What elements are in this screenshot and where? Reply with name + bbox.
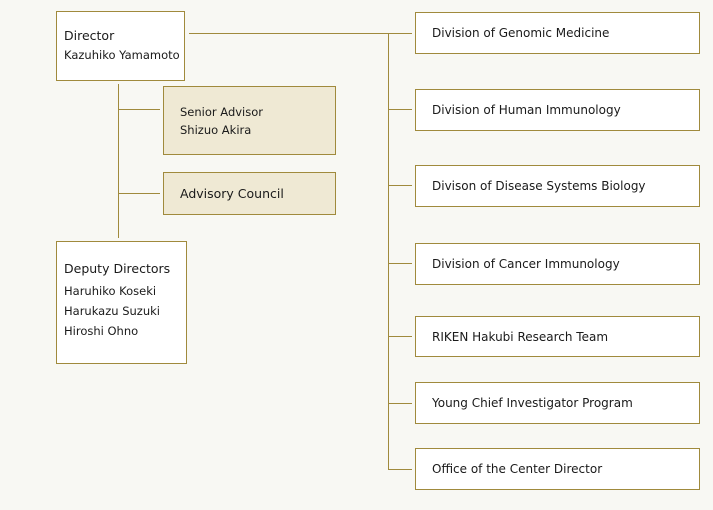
division-label: Division of Human Immunology (432, 103, 621, 117)
division-box: RIKEN Hakubi Research Team (415, 316, 700, 357)
division-label: Young Chief Investigator Program (432, 396, 633, 410)
connector-line (388, 33, 389, 470)
deputy-directors-box: Deputy Directors Haruhiko Koseki Harukaz… (56, 241, 187, 364)
connector-line (118, 84, 119, 238)
deputy-director-name: Haruhiko Koseki (64, 284, 157, 298)
deputy-director-name: Harukazu Suzuki (64, 304, 160, 318)
connector-line (118, 193, 160, 194)
connector-line (388, 469, 412, 470)
advisory-council-box: Advisory Council (163, 172, 336, 215)
division-box: Young Chief Investigator Program (415, 382, 700, 424)
connector-line (388, 336, 412, 337)
director-box: Director Kazuhiko Yamamoto (56, 11, 185, 81)
connector-line (388, 263, 412, 264)
deputy-directors-title: Deputy Directors (64, 261, 171, 276)
connector-line (189, 33, 412, 34)
director-name: Kazuhiko Yamamoto (64, 48, 180, 62)
connector-line (388, 185, 412, 186)
division-label: Office of the Center Director (432, 462, 603, 476)
division-box: Divison of Disease Systems Biology (415, 165, 700, 207)
connector-line (388, 403, 412, 404)
connector-line (118, 109, 160, 110)
director-title: Director (64, 28, 115, 43)
senior-advisor-title: Senior Advisor (180, 105, 263, 119)
connector-line (388, 109, 412, 110)
senior-advisor-box: Senior Advisor Shizuo Akira (163, 86, 336, 155)
division-label: Division of Genomic Medicine (432, 26, 610, 40)
division-label: RIKEN Hakubi Research Team (432, 329, 609, 344)
division-box: Division of Genomic Medicine (415, 12, 700, 54)
division-label: Divison of Disease Systems Biology (432, 179, 646, 193)
advisory-council-title: Advisory Council (180, 186, 284, 201)
deputy-director-name: Hiroshi Ohno (64, 324, 139, 338)
division-box: Office of the Center Director (415, 448, 700, 490)
division-label: Division of Cancer Immunology (432, 257, 620, 271)
division-box: Division of Human Immunology (415, 89, 700, 131)
division-box: Division of Cancer Immunology (415, 243, 700, 285)
senior-advisor-name: Shizuo Akira (180, 123, 252, 137)
